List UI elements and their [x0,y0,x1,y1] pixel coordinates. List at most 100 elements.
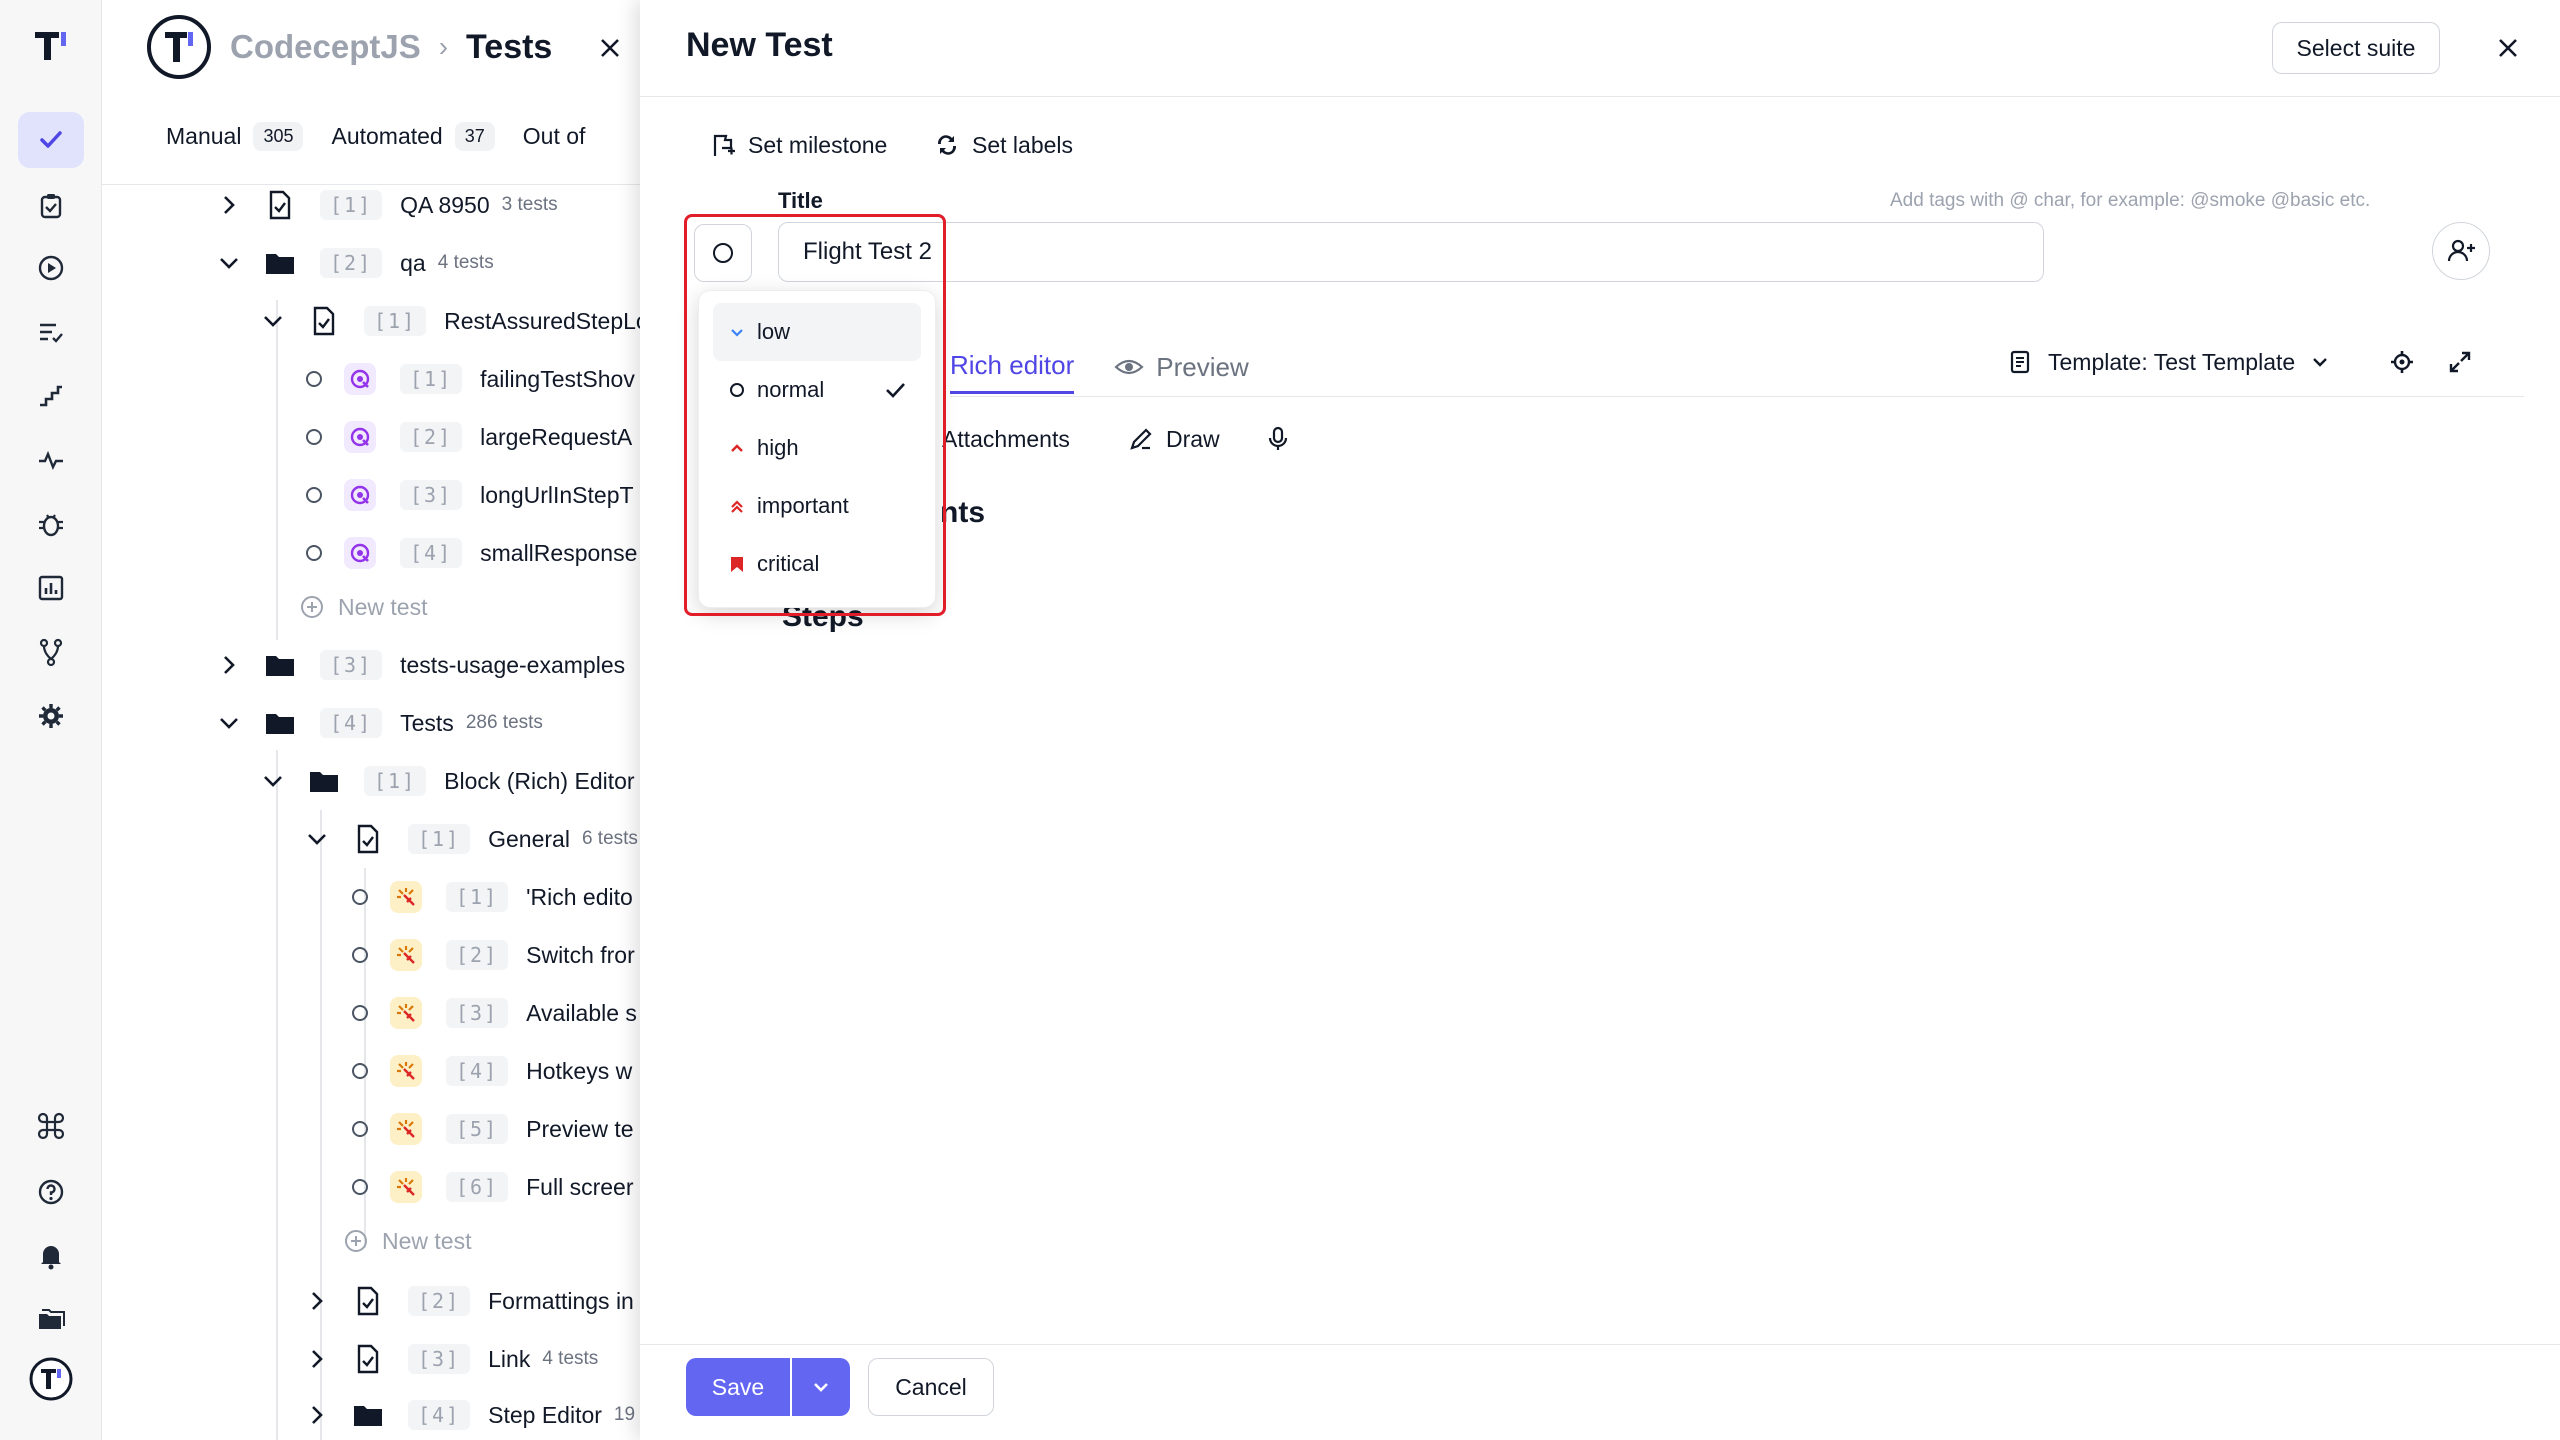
tree-row-test[interactable]: [6] Full screer [352,1162,633,1212]
rail-settings-button[interactable] [18,688,84,744]
close-drawer-button[interactable] [2480,24,2536,72]
chevron-right-icon[interactable] [304,1288,330,1314]
tree-row-label: smallResponse [480,539,638,566]
tab-label: Automated [331,123,443,149]
automated-icon [344,363,376,395]
account-logo-icon[interactable] [28,1356,74,1402]
new-test-link[interactable]: New test [344,1216,471,1266]
test-title-input[interactable] [778,222,2044,282]
tree-row-test[interactable]: [2] largeRequestA [306,412,632,462]
cancel-button[interactable]: Cancel [868,1358,994,1416]
rail-notifications-button[interactable] [18,1228,84,1284]
template-selector[interactable]: Template: Test Template [2008,344,2331,380]
chevron-up-icon [731,444,743,452]
tree-row-folder[interactable]: [1] Block (Rich) Editor [260,756,635,806]
breadcrumb-project[interactable]: CodeceptJS [230,28,421,66]
editor-settings-button[interactable] [2382,342,2422,382]
logo-icon[interactable] [32,26,70,64]
rail-checklist-button[interactable] [18,304,84,360]
tree-row-folder[interactable]: [2] qa 4 tests [216,238,494,288]
tree-row-suite[interactable]: [1] QA 8950 3 tests [216,180,558,230]
rail-branches-button[interactable] [18,624,84,680]
help-icon [38,1179,64,1205]
chevron-right-icon[interactable] [304,1346,330,1372]
tree-row-count: 19 [613,1404,636,1425]
rail-analytics-button[interactable] [18,560,84,616]
close-icon [2499,39,2517,57]
tree-row-test[interactable]: [4] Hotkeys w [352,1046,632,1096]
tree-row-test[interactable]: [5] Preview te [352,1104,634,1154]
tree-row-number: [5] [446,1114,509,1144]
rail-defects-button[interactable] [18,496,84,552]
tree-row-test[interactable]: [1] 'Rich edito [352,872,633,922]
tree-row-number: [1] [400,364,463,394]
select-suite-button[interactable]: Select suite [2272,22,2440,74]
chevron-right-icon[interactable] [216,192,242,218]
chevron-right-icon[interactable] [216,652,242,678]
status-dot [306,371,322,387]
status-dot [352,1005,368,1021]
tree-row-folder[interactable]: [4] Step Editor 19 [304,1390,635,1440]
chevron-down-icon[interactable] [260,308,286,334]
rail-tests-button[interactable] [18,112,84,168]
chevron-down-icon[interactable] [216,250,242,276]
tree-row-folder[interactable]: [3] tests-usage-examples [216,640,625,690]
plus-circle-icon [301,596,323,618]
tab-manual[interactable]: Manual 305 [166,122,304,151]
list-check-icon [40,323,63,343]
tree-row-suite[interactable]: [1] General 6 tests [304,814,638,864]
set-milestone-button[interactable]: Set milestone [710,128,887,162]
record-audio-button[interactable] [1266,424,1290,454]
tab-preview-label: Preview [1156,351,1249,382]
set-labels-button[interactable]: Set labels [934,128,1073,162]
attachments-button[interactable]: Attachments [942,424,1070,454]
chevron-down-icon[interactable] [216,710,242,736]
priority-option-low[interactable]: low [713,303,921,361]
rail-help-button[interactable] [18,1164,84,1220]
chevron-right-icon[interactable] [304,1402,330,1428]
tree-row-test[interactable]: [3] Available s [352,988,637,1038]
rail-commands-button[interactable] [18,1098,84,1154]
rail-projects-button[interactable] [18,1292,84,1348]
tree-row-number: [1] [320,190,383,220]
tree-row-test[interactable]: [4] smallResponse [306,528,637,578]
close-tree-button[interactable] [582,24,638,72]
set-labels-label: Set labels [972,131,1074,158]
chevron-down-icon[interactable] [304,826,330,852]
tree-row-suite[interactable]: [3] Link 4 tests [304,1334,598,1384]
clipboard-icon [40,194,62,219]
pulse-icon [39,450,63,470]
priority-option-critical[interactable]: critical [713,535,921,593]
fullscreen-button[interactable] [2440,342,2480,382]
rail-plans-button[interactable] [18,178,84,234]
priority-option-normal[interactable]: normal [713,361,921,419]
new-test-link[interactable]: New test [300,582,427,632]
tab-rich-editor[interactable]: Rich editor [950,340,1075,394]
rail-pulse-button[interactable] [18,432,84,488]
priority-option-high[interactable]: high [713,419,921,477]
tab-automated[interactable]: Automated 37 [331,122,495,151]
priority-selector-button[interactable] [694,224,752,282]
draw-button[interactable]: Draw [1128,424,1220,454]
tree-row-test[interactable]: [3] longUrlInStepT [306,470,634,520]
circle-icon [730,383,744,397]
rail-steps-button[interactable] [18,368,84,424]
tree-row-test[interactable]: [2] Switch fror [352,930,635,980]
save-options-button[interactable] [792,1358,850,1416]
tree-row-suite[interactable]: [1] RestAssuredStepLo [260,296,649,346]
tab-preview[interactable]: Preview [1114,340,1249,394]
status-dot [306,487,322,503]
sparkle-icon [390,939,422,971]
priority-option-important[interactable]: important [713,477,921,535]
chevron-down-icon[interactable] [260,768,286,794]
save-button[interactable]: Save [686,1358,790,1416]
tree-row-test[interactable]: [1] failingTestShov [306,354,635,404]
tab-out-of-sync[interactable]: Out of [523,122,586,151]
header-divider [640,96,2560,97]
assign-user-button[interactable] [2432,222,2490,280]
rail-runs-button[interactable] [18,240,84,296]
tree-row-folder[interactable]: [4] Tests 286 tests [216,698,543,748]
attachments-label: Attachments [942,425,1070,452]
title-field-label: Title [778,188,823,213]
tree-row-suite[interactable]: [2] Formattings in [304,1276,634,1326]
